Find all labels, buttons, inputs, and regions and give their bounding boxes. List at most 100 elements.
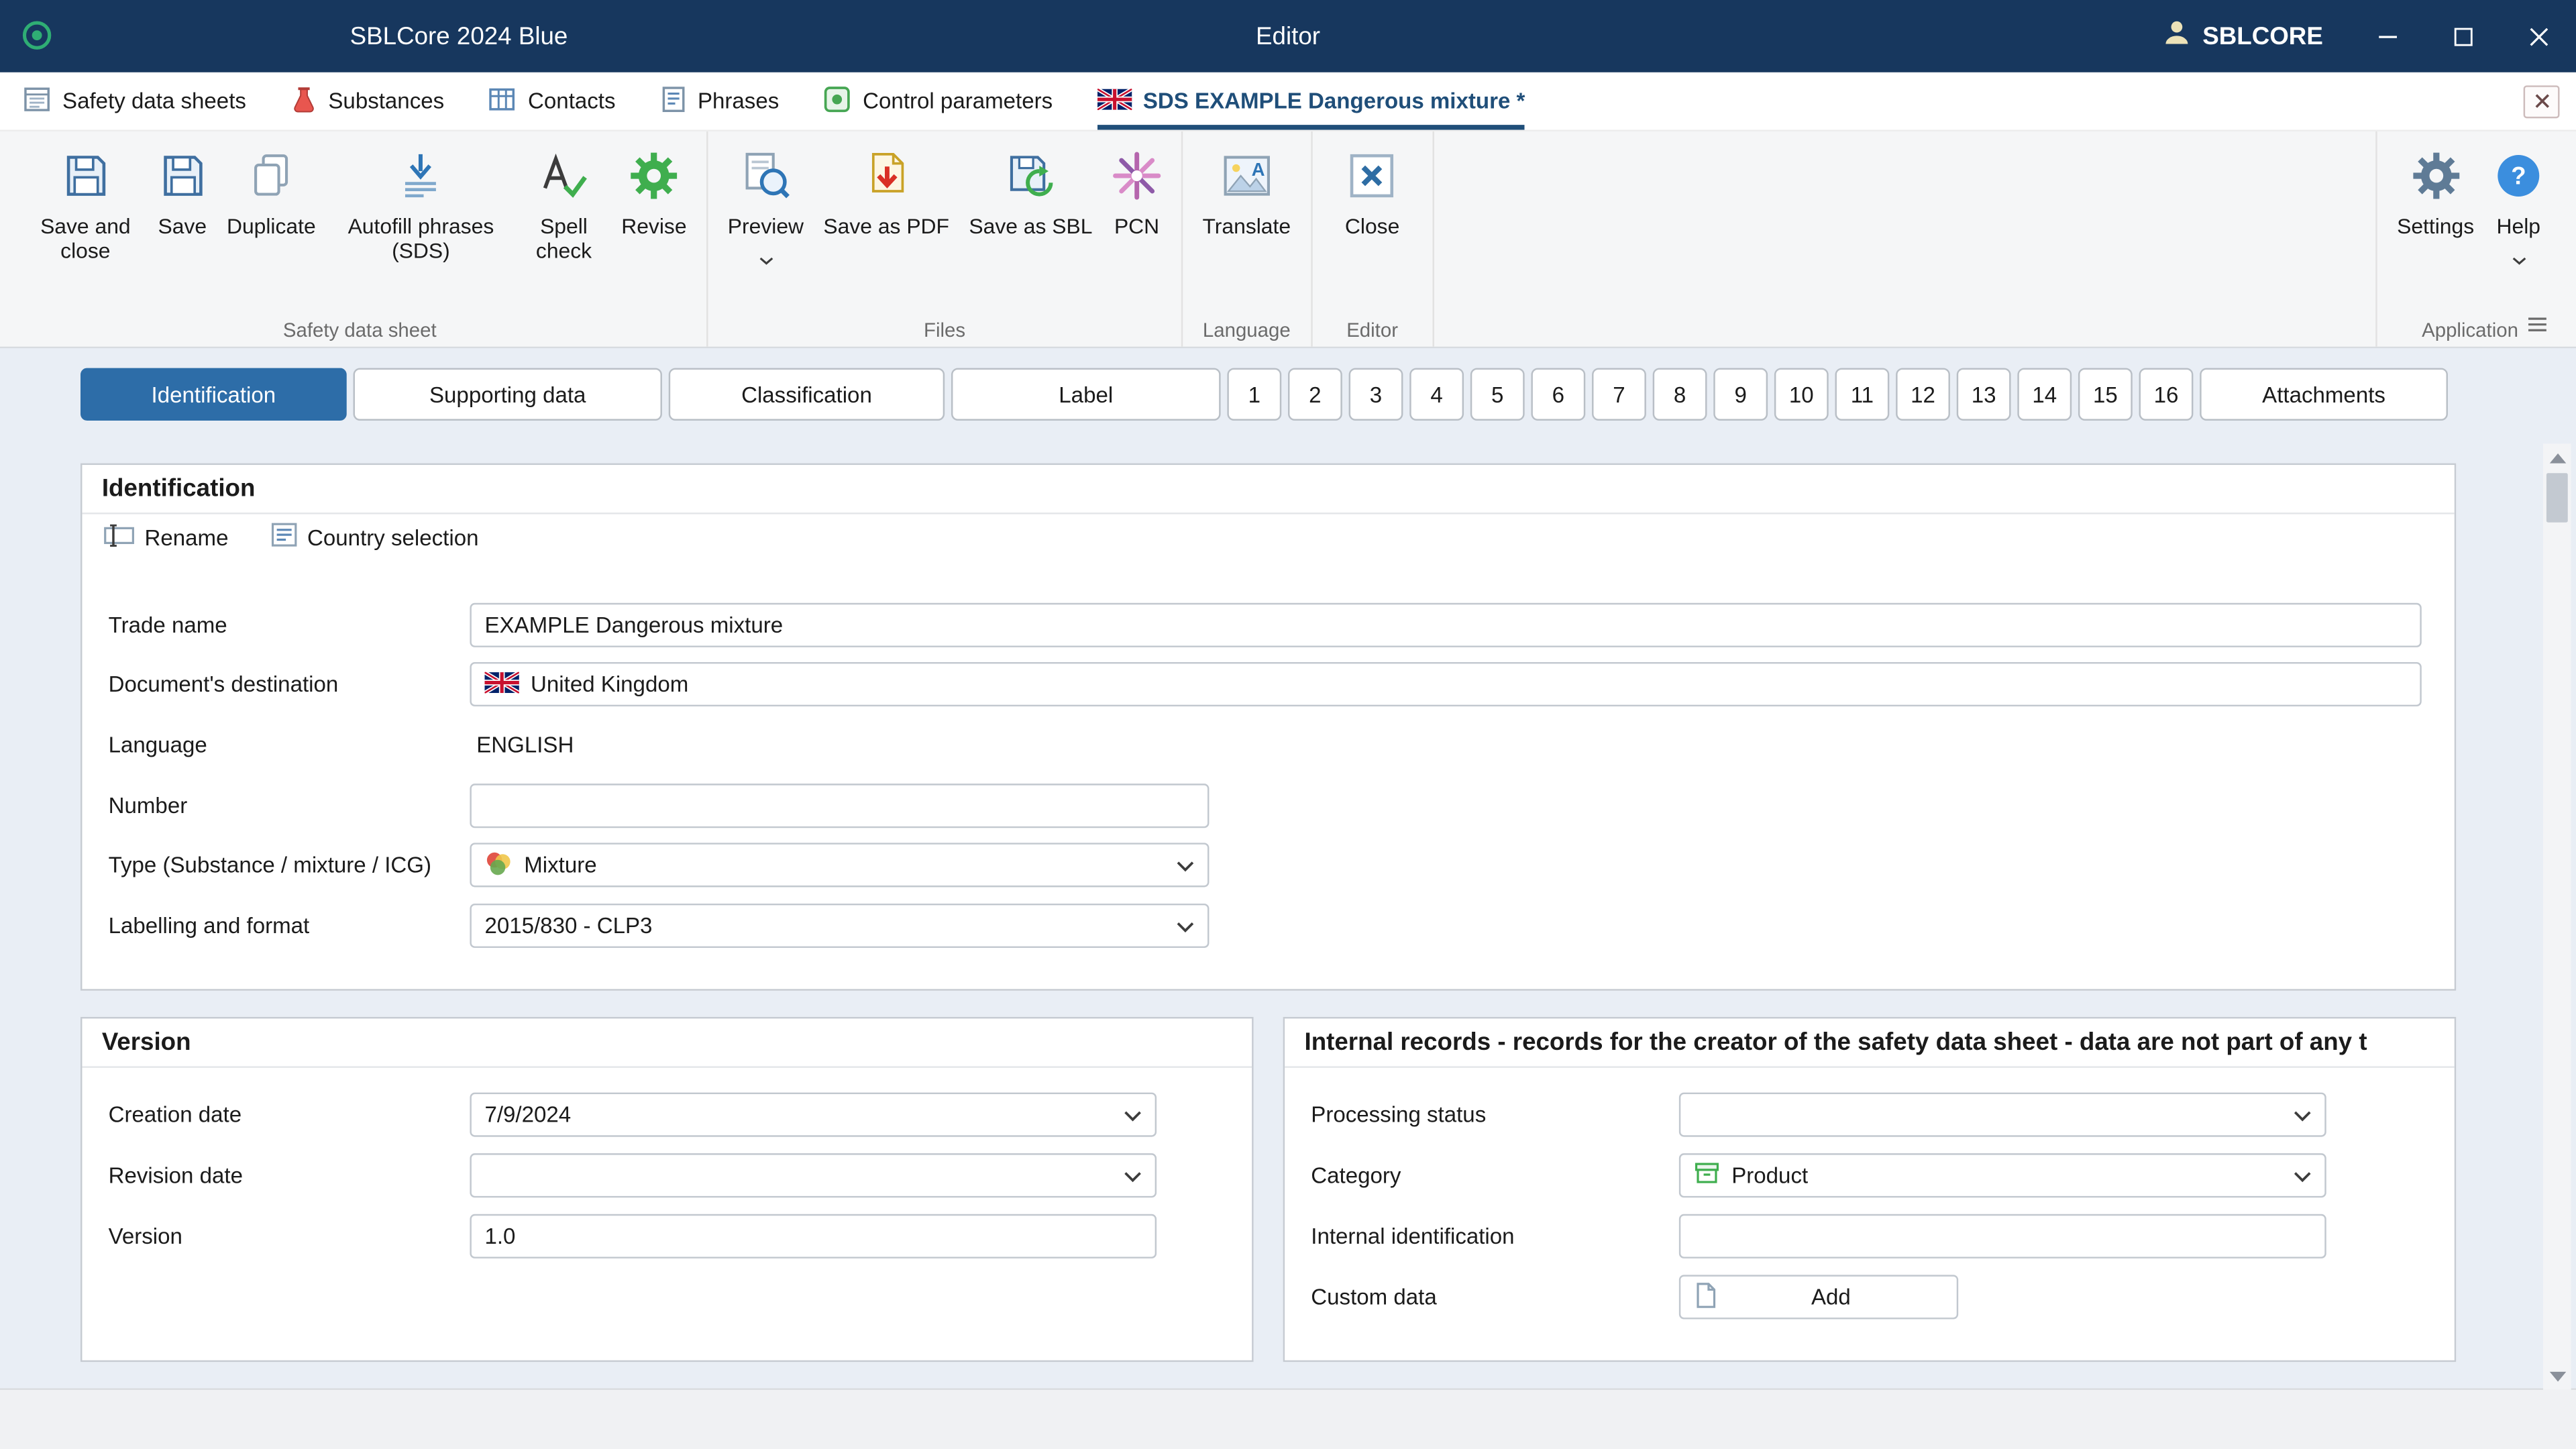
minimize-button[interactable] bbox=[2349, 0, 2425, 72]
close-window-button[interactable] bbox=[2500, 0, 2576, 72]
user-icon bbox=[2161, 18, 2191, 54]
ribbon-group-language: A Translate Language bbox=[1183, 131, 1312, 347]
autofill-phrases-button[interactable]: Autofill phrases (SDS) bbox=[325, 135, 516, 264]
save-button[interactable]: Save bbox=[148, 135, 217, 239]
scrollbar-thumb[interactable] bbox=[2546, 473, 2568, 522]
autofill-icon bbox=[396, 146, 445, 205]
parameters-icon bbox=[823, 85, 851, 117]
labelling-dropdown[interactable]: 2015/830 - CLP3 bbox=[470, 904, 1209, 948]
processing-status-dropdown[interactable] bbox=[1679, 1093, 2326, 1137]
creation-date-row: Creation date 7/9/2024 bbox=[109, 1093, 1220, 1137]
tab-safety-data-sheets[interactable]: Safety data sheets bbox=[23, 72, 246, 130]
mixture-icon bbox=[484, 849, 513, 881]
section-tab-9[interactable]: 9 bbox=[1713, 368, 1768, 421]
status-bar bbox=[0, 1388, 2576, 1449]
section-tab-3[interactable]: 3 bbox=[1349, 368, 1403, 421]
group-label-editor: Editor bbox=[1312, 319, 1432, 341]
scroll-up-arrow[interactable] bbox=[2543, 443, 2571, 472]
close-editor-button[interactable]: Close bbox=[1335, 135, 1409, 239]
section-tab-8[interactable]: 8 bbox=[1653, 368, 1707, 421]
document-tabstrip: Safety data sheets Substances Contacts P… bbox=[0, 72, 2576, 131]
translate-button[interactable]: A Translate bbox=[1193, 135, 1301, 239]
section-tab-label[interactable]: Label bbox=[951, 368, 1221, 421]
processing-status-row: Processing status bbox=[1311, 1093, 2422, 1137]
vertical-scrollbar[interactable] bbox=[2543, 443, 2571, 1390]
maximize-button[interactable] bbox=[2425, 0, 2501, 72]
section-tabs: Identification Supporting data Classific… bbox=[80, 368, 2448, 421]
section-tab-7[interactable]: 7 bbox=[1592, 368, 1646, 421]
tab-control-parameters[interactable]: Control parameters bbox=[823, 72, 1053, 130]
internal-identification-input[interactable] bbox=[1679, 1214, 2326, 1258]
section-tab-4[interactable]: 4 bbox=[1409, 368, 1464, 421]
editor-content: Identification Supporting data Classific… bbox=[0, 348, 2576, 1388]
pcn-button[interactable]: PCN bbox=[1102, 135, 1171, 239]
close-editor-icon bbox=[1348, 146, 1397, 205]
close-icon bbox=[2529, 27, 2547, 45]
chevron-down-icon bbox=[2511, 247, 2526, 272]
number-row: Number bbox=[109, 784, 2422, 828]
user-account[interactable]: SBLCORE bbox=[2161, 18, 2323, 54]
tab-contacts[interactable]: Contacts bbox=[488, 72, 615, 130]
section-tab-5[interactable]: 5 bbox=[1470, 368, 1525, 421]
destination-field[interactable]: United Kingdom bbox=[470, 662, 2421, 706]
rename-icon bbox=[103, 523, 135, 551]
section-tab-16[interactable]: 16 bbox=[2139, 368, 2194, 421]
revise-button[interactable]: Revise bbox=[612, 135, 697, 239]
ribbon: Save and close Save Duplicate Autofill p… bbox=[0, 131, 2576, 348]
version-number-row: Version bbox=[109, 1214, 1220, 1258]
duplicate-button[interactable]: Duplicate bbox=[217, 135, 325, 239]
revision-date-dropdown[interactable] bbox=[470, 1153, 1157, 1197]
product-category-icon bbox=[1694, 1160, 1720, 1191]
preview-button[interactable]: Preview bbox=[718, 135, 814, 272]
category-row: Category Product bbox=[1311, 1153, 2422, 1197]
section-tab-identification[interactable]: Identification bbox=[80, 368, 347, 421]
save-as-pdf-button[interactable]: Save as PDF bbox=[814, 135, 959, 239]
section-tab-15[interactable]: 15 bbox=[2078, 368, 2133, 421]
group-label-language: Language bbox=[1183, 319, 1310, 341]
save-and-close-button[interactable]: Save and close bbox=[23, 135, 148, 264]
chevron-down-icon bbox=[1176, 914, 1194, 938]
tab-phrases[interactable]: Phrases bbox=[660, 72, 780, 130]
internal-records-panel-title: Internal records - records for the creat… bbox=[1285, 1018, 2455, 1067]
spell-check-button[interactable]: Spell check bbox=[516, 135, 611, 264]
section-tab-13[interactable]: 13 bbox=[1957, 368, 2011, 421]
chevron-down-icon bbox=[2294, 1102, 2312, 1127]
category-dropdown[interactable]: Product bbox=[1679, 1153, 2326, 1197]
trade-name-input[interactable] bbox=[470, 603, 2421, 647]
save-as-sbl-button[interactable]: Save as SBL bbox=[959, 135, 1102, 239]
document-icon bbox=[1694, 1281, 1719, 1313]
dialog-launcher-icon[interactable] bbox=[2528, 311, 2546, 340]
labelling-row: Labelling and format 2015/830 - CLP3 bbox=[109, 904, 2422, 948]
destination-row: Document's destination United Kingdom bbox=[109, 662, 2422, 706]
country-selection-button[interactable]: Country selection bbox=[271, 523, 478, 552]
tab-substances[interactable]: Substances bbox=[290, 72, 444, 130]
section-tab-10[interactable]: 10 bbox=[1774, 368, 1829, 421]
section-tab-6[interactable]: 6 bbox=[1531, 368, 1585, 421]
scroll-down-arrow[interactable] bbox=[2543, 1362, 2571, 1390]
close-document-tab-button[interactable] bbox=[2524, 85, 2560, 117]
section-tab-attachments[interactable]: Attachments bbox=[2200, 368, 2448, 421]
section-tab-12[interactable]: 12 bbox=[1896, 368, 1950, 421]
section-tab-11[interactable]: 11 bbox=[1835, 368, 1890, 421]
chevron-down-icon bbox=[2294, 1163, 2312, 1188]
section-tab-2[interactable]: 2 bbox=[1288, 368, 1342, 421]
settings-button[interactable]: Settings bbox=[2387, 135, 2483, 239]
chevron-down-icon bbox=[758, 247, 773, 272]
help-button[interactable]: ? Help bbox=[2484, 135, 2553, 272]
section-tab-14[interactable]: 14 bbox=[2017, 368, 2072, 421]
minimize-icon bbox=[2378, 27, 2396, 45]
number-input[interactable] bbox=[470, 784, 1209, 828]
duplicate-icon bbox=[247, 146, 296, 205]
section-tab-1[interactable]: 1 bbox=[1227, 368, 1281, 421]
close-icon bbox=[2532, 92, 2551, 110]
version-input[interactable] bbox=[470, 1214, 1157, 1258]
add-custom-data-button[interactable]: Add bbox=[1679, 1275, 1958, 1319]
section-tab-classification[interactable]: Classification bbox=[669, 368, 945, 421]
rename-button[interactable]: Rename bbox=[103, 523, 228, 551]
type-dropdown[interactable]: Mixture bbox=[470, 843, 1209, 887]
trade-name-row: Trade name bbox=[109, 603, 2422, 647]
tab-sds-document-active[interactable]: SDS EXAMPLE Dangerous mixture * bbox=[1097, 72, 1525, 130]
creation-date-dropdown[interactable]: 7/9/2024 bbox=[470, 1093, 1157, 1137]
section-tab-supporting-data[interactable]: Supporting data bbox=[354, 368, 662, 421]
ribbon-group-files: Preview Save as PDF Save as SBL PCN File… bbox=[708, 131, 1183, 347]
